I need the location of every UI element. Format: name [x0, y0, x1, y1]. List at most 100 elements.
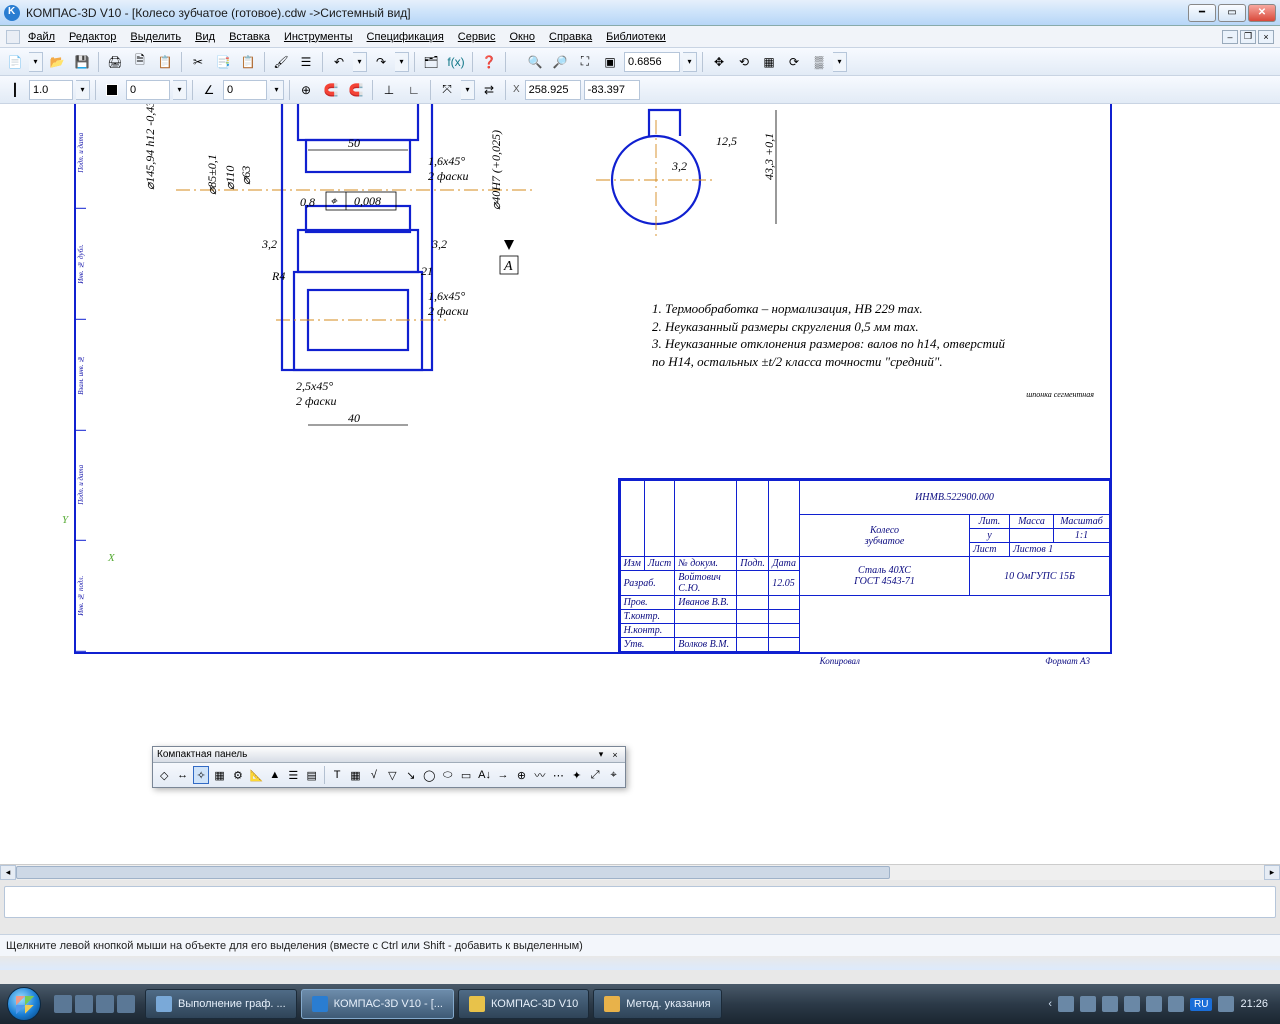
cut-button[interactable]: ✂ [187, 51, 209, 73]
table-button[interactable]: ▦ [347, 766, 363, 784]
angle-dropdown[interactable]: ▾ [270, 80, 284, 100]
reports-button[interactable]: ▤ [304, 766, 320, 784]
open-button[interactable]: 📂 [46, 51, 68, 73]
zoom-fit-button[interactable]: ▣ [599, 51, 621, 73]
command-input-bar[interactable] [4, 886, 1276, 918]
tray-icon[interactable] [1146, 996, 1162, 1012]
measure-button[interactable]: 📐 [248, 766, 264, 784]
manager-button[interactable]: 🗂 [420, 51, 442, 73]
clock[interactable]: 21:26 [1240, 998, 1268, 1010]
angle-input[interactable] [223, 80, 267, 100]
break-button[interactable]: ⤢ [587, 766, 603, 784]
new-dropdown[interactable]: ▾ [29, 52, 43, 72]
tray-icon[interactable] [1102, 996, 1118, 1012]
grid-dropdown[interactable]: ▾ [833, 52, 847, 72]
zoom-value-input[interactable] [624, 52, 680, 72]
scroll-right-icon[interactable]: ▸ [1264, 865, 1280, 880]
center-button[interactable]: ⊕ [513, 766, 529, 784]
tray-expand-icon[interactable]: ‹ [1048, 998, 1052, 1010]
axis-button[interactable]: ⋯ [550, 766, 566, 784]
params-button[interactable]: ⚙ [230, 766, 246, 784]
scroll-left-icon[interactable]: ◂ [0, 865, 16, 880]
spec-button[interactable]: ☰ [285, 766, 301, 784]
menu-libs[interactable]: Библиотеки [600, 29, 672, 45]
redo-button[interactable]: ↷ [370, 51, 392, 73]
tray-icon[interactable] [1168, 996, 1184, 1012]
mdi-close-icon[interactable]: × [1258, 30, 1274, 44]
undo-dropdown[interactable]: ▾ [353, 52, 367, 72]
taskbar-item[interactable]: КОМПАС-3D V10 [458, 989, 589, 1019]
layers-button[interactable]: ▦ [758, 51, 780, 73]
param-button[interactable]: ⇄ [478, 79, 500, 101]
grid-button[interactable]: ▒ [808, 51, 830, 73]
taskbar-item[interactable]: Выполнение граф. ... [145, 989, 297, 1019]
ql-icon[interactable] [54, 995, 72, 1013]
coord-x-input[interactable] [525, 80, 581, 100]
system-menu-icon[interactable] [6, 30, 20, 44]
menu-file[interactable]: Файл [22, 29, 61, 45]
tolerance-button[interactable]: ▭ [458, 766, 474, 784]
tray-icon[interactable] [1080, 996, 1096, 1012]
magnet-on-icon[interactable]: 🧲 [320, 79, 342, 101]
refresh-button[interactable]: ⟳ [783, 51, 805, 73]
print-button[interactable]: 🖨 [104, 51, 126, 73]
style-button[interactable]: 🖌 [270, 51, 292, 73]
taskbar-item[interactable]: Метод. указания [593, 989, 721, 1019]
tray-icon[interactable] [1218, 996, 1234, 1012]
layer-input[interactable] [126, 80, 170, 100]
wave-button[interactable]: 〰 [532, 766, 548, 784]
snap-button[interactable]: ⊕ [295, 79, 317, 101]
geometry-button[interactable]: ◇ [156, 766, 172, 784]
base-button[interactable]: ▽ [384, 766, 400, 784]
properties-button[interactable]: ☰ [295, 51, 317, 73]
scroll-thumb[interactable] [16, 866, 890, 879]
tray-icon[interactable] [1124, 996, 1140, 1012]
ortho-button[interactable]: ⊥ [378, 79, 400, 101]
minimize-button[interactable]: ━ [1188, 4, 1216, 22]
menu-edit[interactable]: Редактор [63, 29, 122, 45]
position-button[interactable]: ⬭ [439, 766, 455, 784]
ql-icon[interactable] [75, 995, 93, 1013]
zoom-window-button[interactable]: ⛶ [574, 51, 596, 73]
layer-dropdown[interactable]: ▾ [173, 80, 187, 100]
leader-button[interactable]: ↘ [403, 766, 419, 784]
preview-button[interactable]: 🗎 [129, 51, 151, 73]
edit-button[interactable]: ▦ [211, 766, 227, 784]
tray-icon[interactable] [1058, 996, 1074, 1012]
menu-spec[interactable]: Спецификация [361, 29, 450, 45]
menu-service[interactable]: Сервис [452, 29, 502, 45]
autoaxis-button[interactable]: ✦ [569, 766, 585, 784]
round-button[interactable]: ∟ [403, 79, 425, 101]
help-pointer-button[interactable]: ❓ [478, 51, 500, 73]
copy-button[interactable]: 📑 [212, 51, 234, 73]
save-button[interactable]: 💾 [71, 51, 93, 73]
redo-dropdown[interactable]: ▾ [395, 52, 409, 72]
taskbar-item[interactable]: КОМПАС-3D V10 - [... [301, 989, 454, 1019]
linestyle-dropdown[interactable]: ▾ [76, 80, 90, 100]
paste-button[interactable]: 📋 [237, 51, 259, 73]
ql-icon[interactable] [96, 995, 114, 1013]
menu-select[interactable]: Выделить [124, 29, 187, 45]
arrow-button[interactable]: → [495, 766, 511, 784]
magnet-off-icon[interactable]: 🧲 [345, 79, 367, 101]
zoom-prev-button[interactable]: ⟲ [733, 51, 755, 73]
compact-panel[interactable]: Компактная панель ▾× ◇ ↔ ✧ ▦ ⚙ 📐 ▲ ☰ ▤ T… [152, 746, 626, 788]
variables-button[interactable]: f(x) [445, 51, 467, 73]
designations-button[interactable]: ✧ [193, 766, 209, 784]
maximize-button[interactable]: ▭ [1218, 4, 1246, 22]
language-indicator[interactable]: RU [1190, 998, 1212, 1011]
panel-dropdown-icon[interactable]: ▾ [595, 749, 607, 761]
mdi-minimize-icon[interactable]: – [1222, 30, 1238, 44]
panel-close-icon[interactable]: × [609, 749, 621, 761]
dimensions-button[interactable]: ↔ [174, 766, 190, 784]
ql-icon[interactable] [117, 995, 135, 1013]
linestyle-icon[interactable]: ┃ [4, 79, 26, 101]
section-line-button[interactable]: A↓ [476, 766, 492, 784]
start-button[interactable] [4, 984, 44, 1024]
linestyle-input[interactable] [29, 80, 73, 100]
pan-button[interactable]: ✥ [708, 51, 730, 73]
select-button[interactable]: ▲ [267, 766, 283, 784]
menu-help[interactable]: Справка [543, 29, 598, 45]
text-button[interactable]: T [329, 766, 345, 784]
new-button[interactable]: 📄 [4, 51, 26, 73]
